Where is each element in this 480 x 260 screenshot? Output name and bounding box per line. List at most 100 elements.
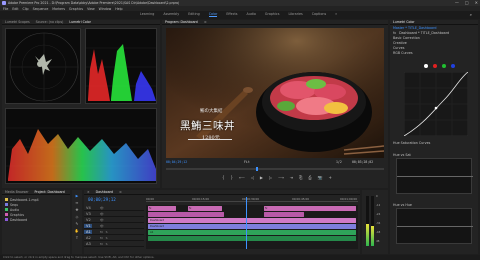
hue-vs-sat-graph[interactable] [396, 158, 473, 194]
solo-button[interactable]: S [106, 236, 108, 240]
menu-markers[interactable]: Markers [52, 7, 65, 11]
graphics-clip[interactable]: fx [188, 205, 222, 211]
track-label: A3 [86, 241, 91, 246]
workspace-color[interactable]: Color [208, 12, 218, 17]
timeline-playhead[interactable] [246, 197, 247, 249]
lift-button[interactable]: ⇥ [290, 175, 293, 180]
ripple-edit-tool-icon[interactable]: ⇔ [75, 200, 80, 205]
timeline-close-icon[interactable]: × [87, 190, 90, 194]
mute-button[interactable]: M [100, 230, 103, 234]
bin-item[interactable]: Dashboard [2, 217, 70, 222]
tab-project[interactable]: Project: Dashboard [35, 190, 65, 194]
graphics-clip[interactable]: fx [264, 205, 356, 211]
workspace-effects[interactable]: Effects [226, 12, 237, 17]
clip-fx-badge: fx [149, 206, 152, 210]
red-channel-dot-icon[interactable] [433, 64, 437, 68]
go-to-out-button[interactable]: ⟶ [278, 175, 284, 180]
tab-lumetri-color[interactable]: Lumetri Color [393, 20, 415, 24]
green-channel-dot-icon[interactable] [442, 64, 446, 68]
program-menu-icon[interactable]: ≡ [204, 20, 207, 24]
button-editor-button[interactable]: + [329, 175, 332, 180]
eye-icon[interactable]: 👁 [100, 212, 104, 216]
graphics-clip[interactable] [264, 211, 304, 217]
rgb-curve-graph[interactable] [404, 72, 468, 136]
workspace-more-button[interactable]: » [335, 12, 337, 17]
tab-media-browser[interactable]: Media Browser [5, 190, 29, 194]
curve-point[interactable] [434, 106, 438, 110]
step-forward-button[interactable]: ▷ [269, 175, 272, 180]
close-button[interactable]: ✕ [475, 0, 478, 5]
minimize-button[interactable]: — [455, 0, 459, 5]
tab-lumetri-scopes[interactable]: Lumetri Scopes [5, 20, 30, 24]
resolution-select[interactable]: 1/2 [336, 160, 342, 164]
graphics-clip[interactable]: fx [148, 205, 176, 211]
type-tool-icon[interactable]: T [75, 235, 80, 240]
menu-view[interactable]: View [87, 7, 95, 11]
tab-source[interactable]: Source: (no clips) [36, 20, 64, 24]
menu-clip[interactable]: Clip [23, 7, 29, 11]
timeline-menu-icon[interactable]: ≡ [119, 190, 122, 194]
solo-button[interactable]: S [106, 242, 108, 246]
program-scrubber[interactable] [166, 167, 384, 171]
slip-tool-icon[interactable]: ✥ [75, 207, 80, 212]
video-clip[interactable]: Dashboard [148, 223, 356, 229]
program-video-frame[interactable]: 鮪の大集結 黑鮪三味丼 1280元 [166, 28, 384, 158]
pen-tool-icon[interactable]: ✎ [75, 221, 80, 226]
track-label: V2 [86, 217, 91, 222]
maximize-button[interactable]: □ [465, 0, 469, 5]
camera-icon[interactable]: 📷 [318, 175, 323, 180]
menu-graphics[interactable]: Graphics [69, 7, 83, 11]
extract-button[interactable]: ⎘ [299, 175, 302, 180]
razor-tool-icon[interactable]: ◇ [75, 214, 80, 219]
workspace-audio[interactable]: Audio [247, 12, 256, 17]
menu-help[interactable]: Help [115, 7, 122, 11]
eye-icon[interactable]: 👁 [100, 206, 104, 210]
audio-clip[interactable]: A1 [148, 229, 356, 235]
section-rgb-curves[interactable]: RGB Curves [390, 50, 478, 55]
mute-button[interactable]: M [100, 242, 103, 246]
project-panel: Media Browser Project: Dashboard Dashboa… [2, 190, 70, 254]
play-button[interactable]: ▶ [260, 175, 263, 180]
step-back-button[interactable]: ◁ [251, 175, 254, 180]
search-icon[interactable]: ⌕ [470, 12, 472, 17]
graphics-clip[interactable] [148, 211, 224, 217]
mark-out-button[interactable]: } [231, 175, 234, 180]
menu-file[interactable]: File [3, 7, 8, 11]
lumetri-source-label: Master * TITLE_Dashboard [393, 25, 437, 30]
workspace-graphics[interactable]: Graphics [265, 12, 280, 17]
audio-clip[interactable] [148, 235, 356, 241]
tab-program-monitor[interactable]: Program: Dashboard [165, 20, 198, 24]
hand-tool-icon[interactable]: ✋ [75, 228, 80, 233]
mark-in-button[interactable]: { [222, 175, 225, 180]
fx-icon: fx [393, 30, 397, 35]
go-to-in-button[interactable]: ⟵ [239, 175, 245, 180]
menu-sequence[interactable]: Sequence [33, 7, 49, 11]
timeline-ruler[interactable]: 00;00 00;00;15;00 00;00;30;00 00;00;45;0… [146, 197, 358, 202]
timeline-timecode[interactable]: 00;00;29;12 [88, 197, 116, 202]
export-frame-button[interactable]: ⎙ [308, 175, 311, 180]
tab-timeline-sequence[interactable]: Dashboard [96, 190, 113, 194]
zoom-fit-select[interactable]: Fit [244, 160, 250, 164]
menu-window[interactable]: Window [99, 7, 112, 11]
mute-button[interactable]: M [100, 236, 103, 240]
selection-tool-icon[interactable]: ▶ [75, 193, 80, 198]
eye-icon[interactable]: 👁 [100, 218, 104, 222]
hue-vs-hue-graph[interactable] [396, 208, 473, 244]
hue-sat-curves-header[interactable]: Hue Saturation Curves [390, 140, 478, 145]
workspace-learning[interactable]: Learning [140, 12, 154, 17]
program-timecode[interactable]: 00;04;29;12 [166, 160, 187, 164]
timeline-tracks-area[interactable]: fx fx fx Dashboard Dashboard A1 [146, 197, 358, 249]
eye-icon[interactable]: 👁 [100, 224, 104, 228]
tab-lumetri-color-scopes[interactable]: Lumetri Color [69, 20, 91, 24]
solo-button[interactable]: S [106, 230, 108, 234]
workspace-libraries[interactable]: Libraries [288, 12, 302, 17]
workspace-captions[interactable]: Captions [312, 12, 326, 17]
blue-channel-dot-icon[interactable] [451, 64, 455, 68]
workspace-assembly[interactable]: Assembly [163, 12, 179, 17]
title-clip[interactable]: Dashboard [148, 217, 356, 223]
program-playhead[interactable] [256, 167, 258, 171]
white-channel-dot-icon[interactable] [424, 64, 428, 68]
menu-edit[interactable]: Edit [12, 7, 18, 11]
track-header-a3[interactable]: A3 M S [84, 241, 144, 247]
workspace-editing[interactable]: Editing [188, 12, 199, 17]
